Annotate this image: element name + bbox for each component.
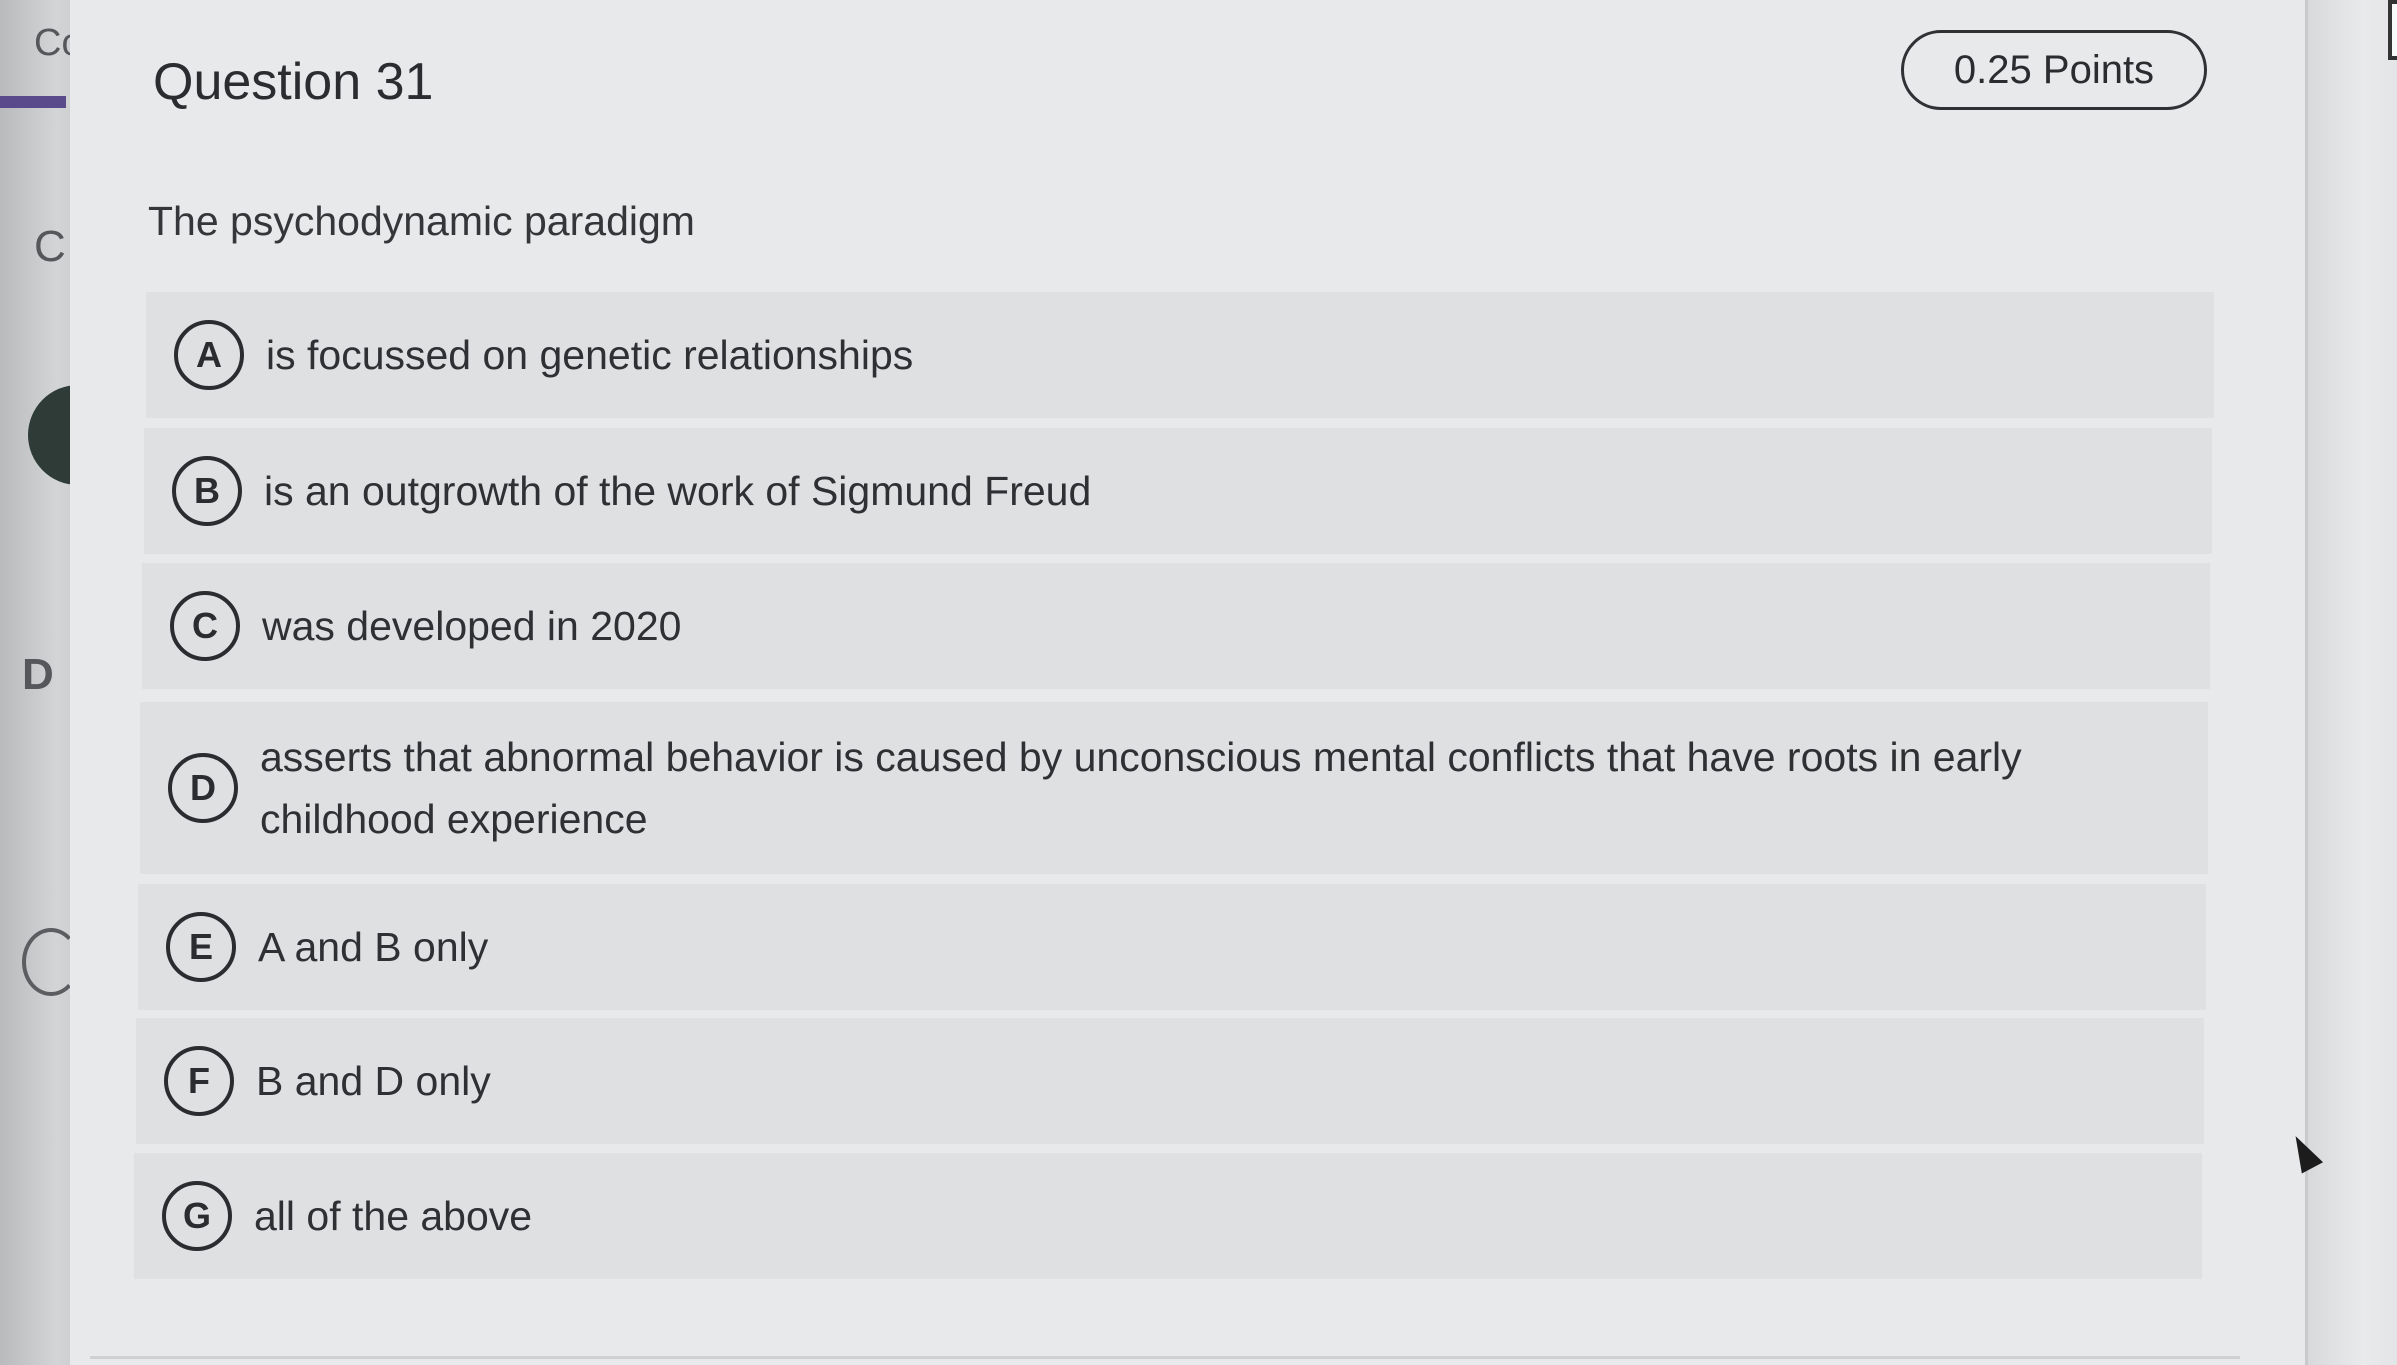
- answer-option-d[interactable]: D asserts that abnormal behavior is caus…: [140, 702, 2208, 874]
- option-text: is an outgrowth of the work of Sigmund F…: [264, 468, 1092, 514]
- option-letter-circle[interactable]: G: [162, 1181, 232, 1251]
- question-card: Question 31 0.25 Points The psychodynami…: [70, 0, 2305, 1365]
- option-text: is focussed on genetic relationships: [266, 332, 914, 378]
- option-letter-circle[interactable]: E: [166, 912, 236, 982]
- option-text: asserts that abnormal behavior is caused…: [260, 734, 2022, 842]
- left-fragment-text: D: [22, 650, 54, 699]
- bracket-icon: [2388, 0, 2397, 60]
- option-letter-circle[interactable]: C: [170, 591, 240, 661]
- answer-option-b[interactable]: B is an outgrowth of the work of Sigmund…: [144, 428, 2212, 554]
- option-letter-circle[interactable]: A: [174, 320, 244, 390]
- question-prompt: The psychodynamic paradigm: [148, 198, 695, 244]
- option-text: A and B only: [258, 924, 489, 970]
- option-text: B and D only: [256, 1058, 491, 1104]
- answer-option-f[interactable]: F B and D only: [136, 1018, 2204, 1144]
- active-accent-bar: [0, 96, 66, 108]
- option-letter-circle[interactable]: D: [168, 753, 238, 823]
- question-title: Question 31: [153, 53, 434, 111]
- option-text: was developed in 2020: [262, 603, 682, 649]
- option-text: all of the above: [254, 1193, 533, 1239]
- answer-option-e[interactable]: E A and B only: [138, 884, 2206, 1010]
- left-panel-edge: Co C D: [0, 0, 83, 1365]
- option-letter-circle[interactable]: B: [172, 456, 242, 526]
- left-fragment-text: C: [34, 222, 66, 271]
- points-badge: 0.25 Points: [1901, 30, 2207, 110]
- divider: [90, 1356, 2240, 1359]
- option-letter-circle[interactable]: F: [164, 1046, 234, 1116]
- answer-option-a[interactable]: A is focussed on genetic relationships: [146, 292, 2214, 418]
- answer-option-g[interactable]: G all of the above: [134, 1153, 2202, 1279]
- answer-option-c[interactable]: C was developed in 2020: [142, 563, 2210, 689]
